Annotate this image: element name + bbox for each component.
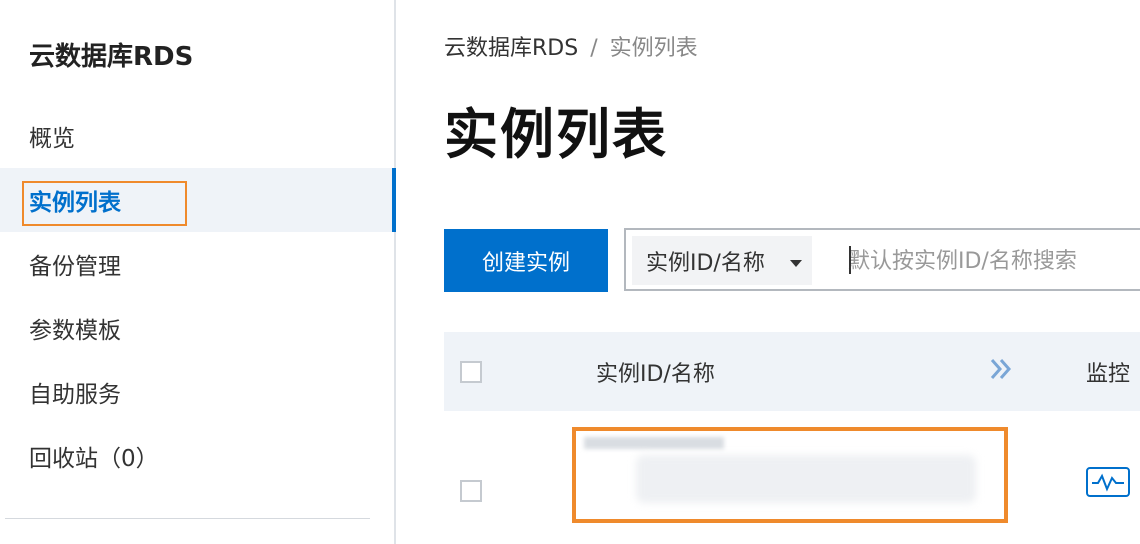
main-content: 云数据库RDS / 实例列表 实例列表 创建实例 实例ID/名称 实例ID/名称 监… <box>396 0 1140 544</box>
table-header: 实例ID/名称 监控 <box>444 332 1140 411</box>
sidebar-item-label: 概览 <box>29 126 75 152</box>
sidebar-item-param-template[interactable]: 参数模板 <box>0 296 394 360</box>
sidebar-item-label: 备份管理 <box>29 254 121 280</box>
sidebar-item-label: 回收站（0） <box>29 446 159 472</box>
sidebar-item-recycle-bin[interactable]: 回收站（0） <box>0 424 394 488</box>
row-checkbox[interactable] <box>460 480 482 502</box>
sidebar-item-label: 参数模板 <box>29 318 121 344</box>
monitor-chart-icon[interactable] <box>1086 467 1130 497</box>
select-all-checkbox[interactable] <box>460 361 482 383</box>
search-field-select-label: 实例ID/名称 <box>646 250 765 276</box>
redaction-smudge <box>636 455 976 503</box>
column-header-name: 实例ID/名称 <box>596 361 715 387</box>
sidebar-divider <box>5 518 370 519</box>
breadcrumb-root[interactable]: 云数据库RDS <box>444 36 578 61</box>
sidebar-title: 云数据库RDS <box>29 42 194 72</box>
create-instance-button[interactable]: 创建实例 <box>444 229 608 292</box>
sidebar-item-overview[interactable]: 概览 <box>0 104 394 168</box>
breadcrumb-current: 实例列表 <box>609 36 698 61</box>
table-row <box>444 411 1140 544</box>
instance-name-redacted[interactable] <box>572 427 1008 523</box>
double-chevron-right-icon[interactable] <box>988 356 1014 389</box>
sidebar-item-self-service[interactable]: 自助服务 <box>0 360 394 424</box>
redaction-smudge <box>584 437 724 449</box>
sidebar-item-label: 自助服务 <box>29 382 121 408</box>
sidebar-item-backup[interactable]: 备份管理 <box>0 232 394 296</box>
highlight-box <box>22 181 187 226</box>
search-input[interactable] <box>846 240 1140 282</box>
caret-down-icon <box>790 260 802 267</box>
breadcrumb-separator: / <box>590 36 598 61</box>
breadcrumb: 云数据库RDS / 实例列表 <box>444 30 698 62</box>
text-cursor <box>849 246 851 274</box>
column-header-monitor: 监控 <box>1086 361 1131 387</box>
sidebar: 云数据库RDS 概览 实例列表 备份管理 参数模板 自助服务 回收站（0） <box>0 0 396 544</box>
search-field-select[interactable]: 实例ID/名称 <box>632 236 812 285</box>
search-bar: 实例ID/名称 <box>624 228 1140 291</box>
page-title: 实例列表 <box>444 103 668 166</box>
